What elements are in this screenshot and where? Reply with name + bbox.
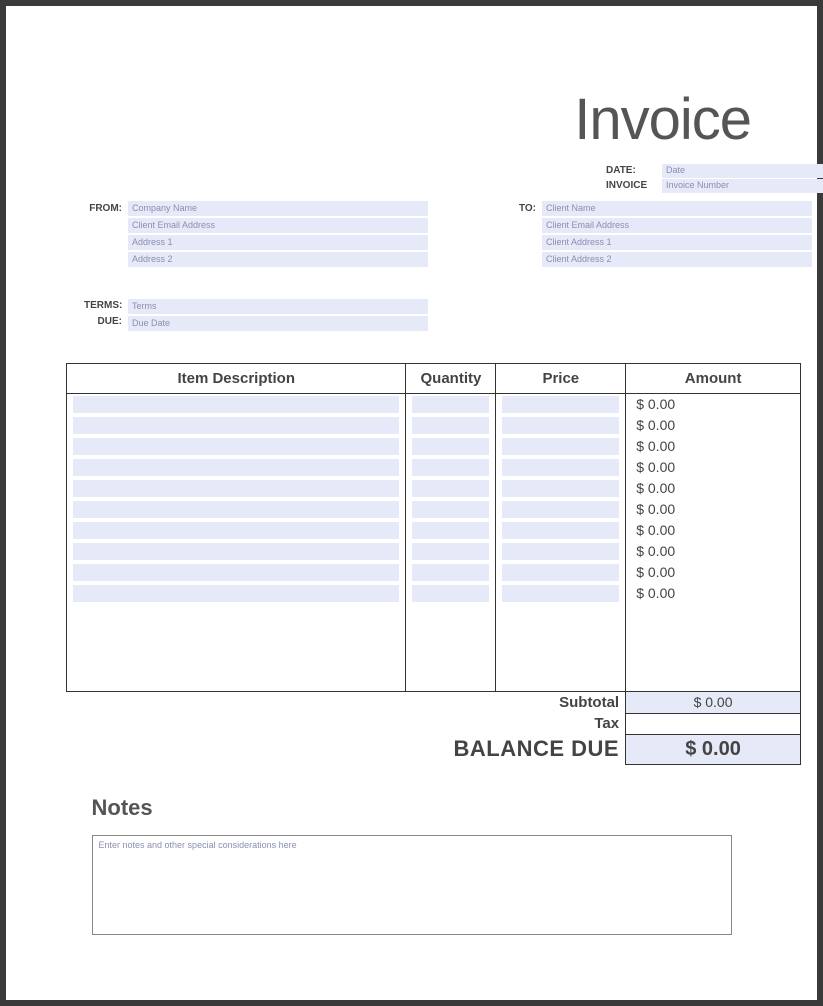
price-cell[interactable] [496, 415, 626, 436]
balance-value: $ 0.00 [626, 734, 801, 764]
amount-cell: $ 0.00 [626, 562, 801, 583]
col-price: Price [496, 364, 626, 394]
desc-cell[interactable] [67, 499, 406, 520]
table-row: $ 0.00 [67, 394, 801, 415]
desc-cell[interactable] [67, 583, 406, 604]
table-row: $ 0.00 [67, 520, 801, 541]
from-email-field[interactable]: Client Email Address [128, 218, 428, 233]
desc-cell[interactable] [67, 520, 406, 541]
col-description: Item Description [67, 364, 406, 394]
qty-cell[interactable] [406, 583, 496, 604]
to-label: TO: [498, 201, 542, 269]
table-row: $ 0.00 [67, 478, 801, 499]
amount-cell: $ 0.00 [626, 583, 801, 604]
price-cell[interactable] [496, 394, 626, 415]
price-cell[interactable] [496, 436, 626, 457]
terms-block: TERMS: DUE: Terms Due Date [84, 299, 757, 333]
qty-cell[interactable] [406, 457, 496, 478]
qty-cell[interactable] [406, 478, 496, 499]
amount-cell: $ 0.00 [626, 499, 801, 520]
price-cell[interactable] [496, 520, 626, 541]
qty-cell[interactable] [406, 415, 496, 436]
price-cell[interactable] [496, 499, 626, 520]
from-address2-field[interactable]: Address 2 [128, 252, 428, 267]
invoice-page: Invoice DATE: Date INVOICE Invoice Numbe… [6, 6, 817, 1000]
terms-label: TERMS: [84, 299, 122, 315]
qty-cell[interactable] [406, 394, 496, 415]
tax-label: Tax [66, 713, 626, 734]
to-email-field[interactable]: Client Email Address [542, 218, 812, 233]
date-label: DATE: [606, 165, 662, 176]
amount-cell: $ 0.00 [626, 457, 801, 478]
due-field[interactable]: Due Date [128, 316, 428, 331]
amount-cell: $ 0.00 [626, 541, 801, 562]
amount-cell: $ 0.00 [626, 478, 801, 499]
qty-cell[interactable] [406, 562, 496, 583]
table-row: $ 0.00 [67, 541, 801, 562]
balance-label: BALANCE DUE [66, 734, 626, 764]
desc-cell[interactable] [67, 562, 406, 583]
from-company-field[interactable]: Company Name [128, 201, 428, 216]
from-address1-field[interactable]: Address 1 [128, 235, 428, 250]
desc-cell[interactable] [67, 457, 406, 478]
table-row: $ 0.00 [67, 583, 801, 604]
qty-cell[interactable] [406, 541, 496, 562]
table-row: $ 0.00 [67, 562, 801, 583]
subtotal-value: $ 0.00 [626, 692, 801, 713]
table-row: $ 0.00 [67, 436, 801, 457]
to-block: TO: Client Name Client Email Address Cli… [498, 201, 812, 269]
desc-cell[interactable] [67, 541, 406, 562]
table-row: $ 0.00 [67, 415, 801, 436]
to-address2-field[interactable]: Client Address 2 [542, 252, 812, 267]
totals-table: Subtotal $ 0.00 Tax BALANCE DUE $ 0.00 [66, 692, 801, 765]
qty-cell[interactable] [406, 436, 496, 457]
invoice-meta: DATE: Date INVOICE Invoice Number [606, 163, 823, 193]
tax-value[interactable] [626, 713, 801, 734]
amount-cell: $ 0.00 [626, 394, 801, 415]
invoice-number-field[interactable]: Invoice Number [662, 179, 823, 193]
subtotal-label: Subtotal [66, 692, 626, 713]
notes-section: Notes Enter notes and other special cons… [92, 795, 732, 935]
to-name-field[interactable]: Client Name [542, 201, 812, 216]
to-address1-field[interactable]: Client Address 1 [542, 235, 812, 250]
qty-cell[interactable] [406, 499, 496, 520]
price-cell[interactable] [496, 457, 626, 478]
desc-cell[interactable] [67, 436, 406, 457]
table-row-empty [67, 604, 801, 692]
qty-cell[interactable] [406, 520, 496, 541]
amount-cell: $ 0.00 [626, 520, 801, 541]
desc-cell[interactable] [67, 394, 406, 415]
notes-title: Notes [92, 795, 732, 821]
col-quantity: Quantity [406, 364, 496, 394]
notes-field[interactable]: Enter notes and other special considerat… [92, 835, 732, 935]
desc-cell[interactable] [67, 415, 406, 436]
desc-cell[interactable] [67, 478, 406, 499]
terms-field[interactable]: Terms [128, 299, 428, 314]
due-label: DUE: [84, 315, 122, 331]
items-table: Item Description Quantity Price Amount $… [66, 363, 801, 692]
col-amount: Amount [626, 364, 801, 394]
invoice-number-label: INVOICE [606, 180, 662, 191]
date-field[interactable]: Date [662, 164, 823, 178]
from-block: FROM: Company Name Client Email Address … [84, 201, 428, 269]
amount-cell: $ 0.00 [626, 436, 801, 457]
price-cell[interactable] [496, 562, 626, 583]
amount-cell: $ 0.00 [626, 415, 801, 436]
table-row: $ 0.00 [67, 499, 801, 520]
price-cell[interactable] [496, 478, 626, 499]
price-cell[interactable] [496, 583, 626, 604]
invoice-title: Invoice [66, 86, 757, 153]
table-row: $ 0.00 [67, 457, 801, 478]
price-cell[interactable] [496, 541, 626, 562]
from-label: FROM: [84, 201, 128, 269]
